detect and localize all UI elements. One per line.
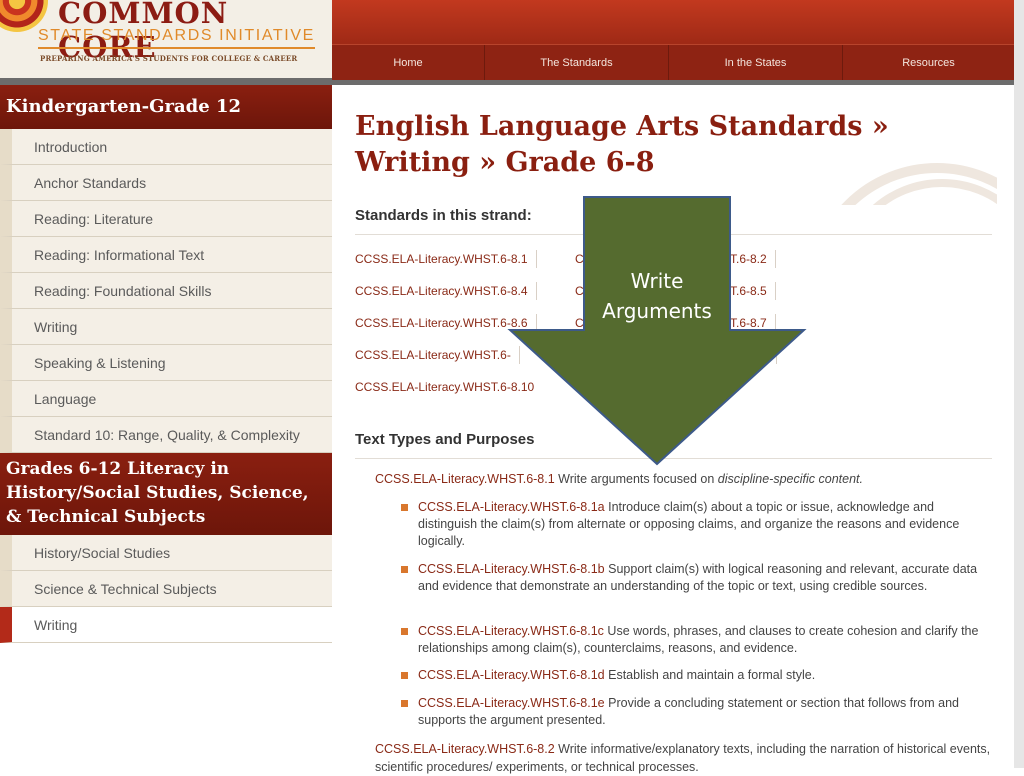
arrow-label-line2: Arguments — [602, 299, 712, 323]
write-arguments-arrow-icon — [507, 196, 807, 466]
arrow-shape — [507, 196, 807, 466]
arrow-label-line1: Write — [630, 269, 684, 293]
scrollbar[interactable] — [1014, 0, 1024, 768]
arrow-label: Write Arguments — [584, 266, 730, 326]
